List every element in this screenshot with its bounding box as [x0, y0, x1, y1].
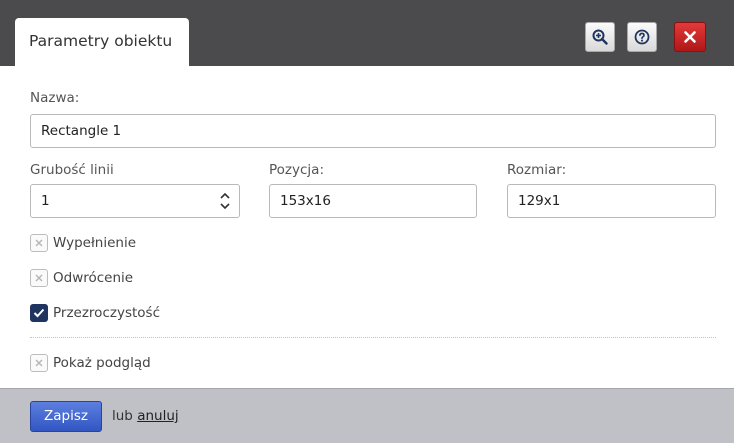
line-width-label: Grubość linii	[30, 162, 114, 178]
divider	[30, 337, 716, 338]
checkbox-fill-label: Wypełnienie	[53, 235, 137, 251]
name-input[interactable]: Rectangle 1	[30, 114, 716, 148]
help-button[interactable]	[627, 22, 657, 52]
zoom-in-icon	[592, 29, 608, 45]
name-value: Rectangle 1	[41, 123, 122, 139]
checkbox-invert-label: Odwrócenie	[53, 270, 134, 286]
checkbox-preview[interactable]: Pokaż podgląd	[30, 353, 151, 373]
spinner-arrows-icon	[220, 193, 230, 209]
line-width-select[interactable]: 1	[30, 184, 240, 218]
checkbox-transparency-label: Przezroczystość	[53, 305, 160, 321]
zoom-button[interactable]	[585, 22, 615, 52]
dialog-title-tab: Parametry obiektu	[15, 18, 189, 66]
or-text: lub	[112, 408, 133, 424]
size-label: Rozmiar:	[507, 162, 567, 178]
position-label: Pozycja:	[269, 162, 324, 178]
footer-actions: lub anuluj	[112, 408, 179, 424]
checkmark-icon	[30, 304, 48, 322]
name-label: Nazwa:	[30, 90, 80, 106]
save-button[interactable]: Zapisz	[30, 401, 102, 432]
unchecked-x-icon	[30, 234, 48, 252]
line-width-value: 1	[41, 193, 50, 209]
dialog-title: Parametry obiektu	[29, 32, 173, 50]
checkbox-preview-label: Pokaż podgląd	[53, 355, 151, 371]
checkbox-fill[interactable]: Wypełnienie	[30, 233, 136, 253]
checkbox-transparency[interactable]: Przezroczystość	[30, 303, 160, 323]
position-value: 153x16	[280, 193, 331, 209]
size-input[interactable]: 129x1	[507, 184, 716, 218]
dialog-titlebar: Parametry obiektu	[0, 0, 734, 66]
close-icon	[684, 31, 696, 43]
checkbox-invert[interactable]: Odwrócenie	[30, 268, 133, 288]
close-button[interactable]	[674, 22, 706, 52]
cancel-link[interactable]: anuluj	[137, 408, 178, 424]
dialog-footer: Zapisz lub anuluj	[0, 388, 734, 443]
position-input[interactable]: 153x16	[269, 184, 477, 218]
help-icon	[634, 29, 650, 45]
size-value: 129x1	[518, 193, 561, 209]
unchecked-x-icon	[30, 354, 48, 372]
unchecked-x-icon	[30, 269, 48, 287]
